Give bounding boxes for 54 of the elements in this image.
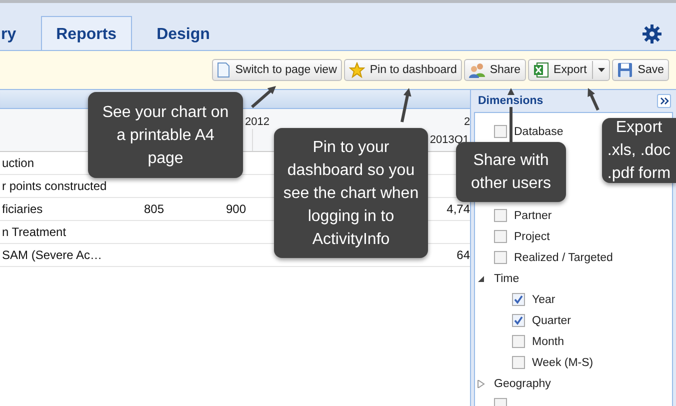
checkbox-label: Quarter — [532, 314, 571, 326]
row-label: uction — [2, 156, 34, 170]
expanded-triangle-icon[interactable] — [477, 274, 485, 282]
callout-tooltip: See your chart on a printable A4 page — [88, 92, 243, 178]
row-label: r points constructed — [2, 179, 107, 193]
arrow — [588, 88, 600, 111]
checkbox[interactable] — [512, 356, 525, 369]
share-button[interactable]: Share — [464, 59, 526, 81]
spreadsheet-icon — [532, 62, 549, 78]
row-label: SAM (Severe Ac… — [2, 248, 102, 262]
export-button[interactable]: Export — [528, 59, 610, 81]
checkbox[interactable] — [512, 293, 525, 306]
arrow — [251, 86, 276, 108]
checkbox[interactable] — [512, 314, 525, 327]
collapse-button[interactable] — [657, 94, 671, 108]
checkbox-label: Realized / Targeted — [514, 252, 613, 264]
tree-group-label[interactable]: Geography — [494, 378, 551, 390]
checkbox[interactable] — [494, 230, 507, 243]
settings-icon[interactable] — [642, 24, 662, 44]
checkbox[interactable] — [494, 125, 507, 138]
table-cell: 4,74 — [446, 202, 470, 216]
tree-group-label[interactable]: Time — [494, 272, 520, 284]
collapsed-triangle-icon[interactable] — [477, 380, 485, 388]
save-button[interactable]: Save — [612, 59, 669, 81]
checkbox[interactable] — [512, 335, 525, 348]
star-icon — [348, 62, 365, 78]
tab[interactable]: Reports — [41, 16, 132, 50]
checkbox[interactable] — [494, 251, 507, 264]
table-cell: 900 — [226, 202, 246, 216]
users-icon — [468, 62, 485, 78]
column-header: 2012 — [245, 116, 270, 128]
checkbox-label: Partner — [514, 210, 552, 222]
checkbox-label: Year — [532, 294, 556, 306]
pin-button[interactable]: Pin to dashboard — [344, 59, 462, 81]
table-cell: 64 — [456, 248, 470, 262]
page-view-button[interactable]: Switch to page view — [212, 59, 342, 81]
checkbox[interactable] — [494, 209, 507, 222]
tab[interactable]: Design — [142, 16, 225, 50]
column-header: 2 — [464, 116, 470, 128]
double-chevron-icon — [660, 97, 668, 105]
checkbox-label: Project — [514, 230, 550, 242]
arrow — [400, 88, 412, 122]
panel-title: Dimensions — [478, 95, 544, 107]
callout-tooltip: Pin to your dashboard so you see the chart when logging in to ActivityInfo — [274, 128, 428, 258]
checkbox-label: Database — [514, 126, 564, 138]
row-label: ficiaries — [2, 202, 43, 216]
table-cell: 805 — [144, 202, 164, 216]
callout-tooltip: Export .xls, .doc .pdf form — [602, 118, 676, 183]
document-icon — [217, 62, 230, 78]
caret-icon[interactable] — [598, 68, 605, 72]
checkbox-label: Month — [532, 336, 564, 348]
tab[interactable]: ry — [0, 16, 32, 50]
checkbox-label: Week (M-S) — [532, 356, 594, 368]
row-label: n Treatment — [2, 225, 66, 239]
